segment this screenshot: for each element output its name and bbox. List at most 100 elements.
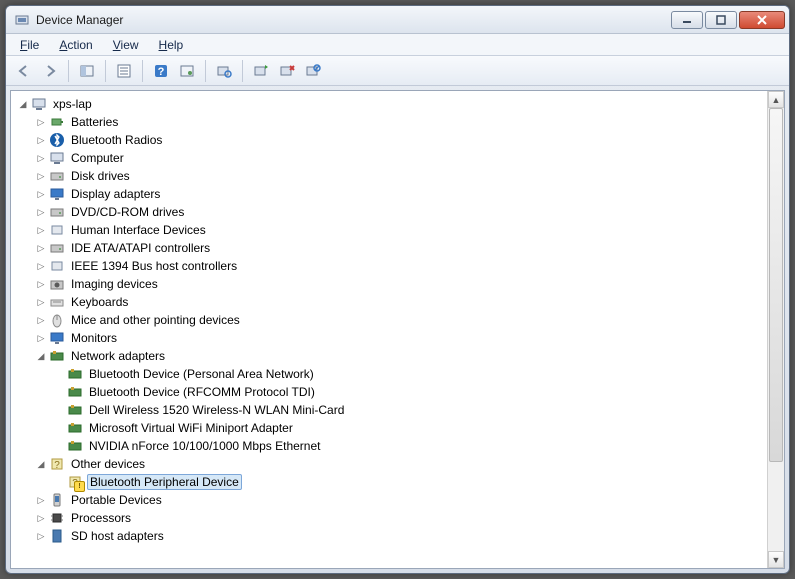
expand-toggle[interactable]: ▷ bbox=[35, 494, 47, 506]
tree-node[interactable]: ▷ Disk drives bbox=[13, 167, 765, 185]
tree-node[interactable]: ◢ Network adapters bbox=[13, 347, 765, 365]
toolbar: ? bbox=[6, 56, 789, 86]
keyboard-icon bbox=[49, 294, 65, 310]
svg-text:?: ? bbox=[54, 460, 60, 471]
tree-node-label: Bluetooth Device (Personal Area Network) bbox=[87, 367, 316, 381]
expand-toggle[interactable]: ▷ bbox=[35, 242, 47, 254]
expand-toggle[interactable]: ▷ bbox=[35, 530, 47, 542]
expand-toggle[interactable]: ▷ bbox=[35, 332, 47, 344]
processor-icon bbox=[49, 510, 65, 526]
tree-node[interactable]: ▷ Human Interface Devices bbox=[13, 221, 765, 239]
tree-node-label: Processors bbox=[69, 511, 133, 525]
tree-node[interactable]: Bluetooth Device (Personal Area Network) bbox=[13, 365, 765, 383]
tree-node[interactable]: ▷ Processors bbox=[13, 509, 765, 527]
expand-toggle[interactable]: ◢ bbox=[35, 458, 47, 470]
expand-toggle[interactable]: ▷ bbox=[35, 512, 47, 524]
menu-help[interactable]: Help bbox=[151, 36, 192, 54]
tree-node[interactable]: ▷ Bluetooth Radios bbox=[13, 131, 765, 149]
expand-toggle[interactable]: ▷ bbox=[35, 152, 47, 164]
tree-node[interactable]: ▷ Display adapters bbox=[13, 185, 765, 203]
display-icon bbox=[49, 186, 65, 202]
tree-node[interactable]: ▷ Portable Devices bbox=[13, 491, 765, 509]
expand-toggle[interactable]: ◢ bbox=[35, 350, 47, 362]
expand-toggle[interactable]: ▷ bbox=[35, 278, 47, 290]
tree-node-label: IEEE 1394 Bus host controllers bbox=[69, 259, 239, 273]
tree-node-label: Human Interface Devices bbox=[69, 223, 208, 237]
update-driver-button[interactable] bbox=[249, 59, 273, 83]
tree-node-label: Bluetooth Peripheral Device bbox=[87, 474, 242, 490]
scroll-thumb[interactable] bbox=[769, 108, 783, 462]
tree-node[interactable]: ▷ DVD/CD-ROM drives bbox=[13, 203, 765, 221]
tree-node-label: Dell Wireless 1520 Wireless-N WLAN Mini-… bbox=[87, 403, 346, 417]
maximize-button[interactable] bbox=[705, 11, 737, 29]
expand-toggle[interactable]: ▷ bbox=[35, 224, 47, 236]
expand-toggle[interactable]: ▷ bbox=[35, 134, 47, 146]
bluetooth-icon bbox=[49, 132, 65, 148]
tree-node[interactable]: ▷ IEEE 1394 Bus host controllers bbox=[13, 257, 765, 275]
uninstall-button[interactable] bbox=[275, 59, 299, 83]
network-adapter-icon bbox=[67, 438, 83, 454]
close-button[interactable] bbox=[739, 11, 785, 29]
expand-toggle[interactable]: ▷ bbox=[35, 296, 47, 308]
expand-toggle[interactable]: ▷ bbox=[35, 314, 47, 326]
expand-toggle[interactable]: ▷ bbox=[35, 116, 47, 128]
minimize-button[interactable] bbox=[671, 11, 703, 29]
tree-node[interactable]: ◢ ? Other devices bbox=[13, 455, 765, 473]
scroll-down-button[interactable]: ▼ bbox=[768, 551, 784, 568]
svg-text:?: ? bbox=[158, 66, 165, 78]
vertical-scrollbar[interactable]: ▲ ▼ bbox=[767, 91, 784, 568]
properties-button[interactable] bbox=[112, 59, 136, 83]
help-button[interactable]: ? bbox=[149, 59, 173, 83]
tree-node[interactable]: ▷ Batteries bbox=[13, 113, 765, 131]
tree-node-label: Keyboards bbox=[69, 295, 130, 309]
optical-icon bbox=[49, 204, 65, 220]
tree-node[interactable]: Microsoft Virtual WiFi Miniport Adapter bbox=[13, 419, 765, 437]
menubar: File Action View Help bbox=[6, 34, 789, 56]
network-adapter-icon bbox=[67, 402, 83, 418]
menu-view[interactable]: View bbox=[105, 36, 147, 54]
device-manager-window: Device Manager File Action View Help ? bbox=[5, 5, 790, 574]
tree-node-label: Disk drives bbox=[69, 169, 132, 183]
tree-node[interactable]: ▷ Keyboards bbox=[13, 293, 765, 311]
tree-node[interactable]: NVIDIA nForce 10/100/1000 Mbps Ethernet bbox=[13, 437, 765, 455]
scroll-up-button[interactable]: ▲ bbox=[768, 91, 784, 108]
tree-node[interactable]: ? Bluetooth Peripheral Device bbox=[13, 473, 765, 491]
tree-node[interactable]: Dell Wireless 1520 Wireless-N WLAN Mini-… bbox=[13, 401, 765, 419]
expand-toggle[interactable]: ▷ bbox=[35, 260, 47, 272]
device-tree-panel: ◢ xps-lap ▷ Batteries ▷ Bluetooth Radios… bbox=[10, 90, 785, 569]
expand-toggle[interactable]: ▷ bbox=[35, 188, 47, 200]
expand-toggle[interactable]: ◢ bbox=[17, 98, 29, 110]
menu-file[interactable]: File bbox=[12, 36, 47, 54]
titlebar[interactable]: Device Manager bbox=[6, 6, 789, 34]
action-button[interactable] bbox=[175, 59, 199, 83]
expand-toggle[interactable]: ▷ bbox=[35, 206, 47, 218]
menu-action[interactable]: Action bbox=[51, 36, 100, 54]
tree-node[interactable]: ▷ SD host adapters bbox=[13, 527, 765, 545]
tree-node-label: Imaging devices bbox=[69, 277, 160, 291]
tree-node[interactable]: ◢ xps-lap bbox=[13, 95, 765, 113]
tree-node[interactable]: ▷ Computer bbox=[13, 149, 765, 167]
forward-button[interactable] bbox=[38, 59, 62, 83]
window-title: Device Manager bbox=[36, 13, 123, 27]
computer-icon bbox=[31, 96, 47, 112]
tree-node[interactable]: ▷ Monitors bbox=[13, 329, 765, 347]
tree-node[interactable]: Bluetooth Device (RFCOMM Protocol TDI) bbox=[13, 383, 765, 401]
tree-node-label: Batteries bbox=[69, 115, 120, 129]
scan-hardware-button[interactable] bbox=[212, 59, 236, 83]
tree-node-label: Mice and other pointing devices bbox=[69, 313, 242, 327]
tree-node-label: Network adapters bbox=[69, 349, 167, 363]
back-button[interactable] bbox=[12, 59, 36, 83]
svg-text:?: ? bbox=[72, 478, 78, 489]
tree-node-label: Bluetooth Device (RFCOMM Protocol TDI) bbox=[87, 385, 317, 399]
network-adapter-icon bbox=[67, 420, 83, 436]
tree-node[interactable]: ▷ IDE ATA/ATAPI controllers bbox=[13, 239, 765, 257]
network-adapter-icon bbox=[67, 366, 83, 382]
hid-icon bbox=[49, 222, 65, 238]
show-hide-console-button[interactable] bbox=[75, 59, 99, 83]
disable-button[interactable] bbox=[301, 59, 325, 83]
tree-node[interactable]: ▷ Mice and other pointing devices bbox=[13, 311, 765, 329]
computer-icon bbox=[49, 150, 65, 166]
tree-node-label: Microsoft Virtual WiFi Miniport Adapter bbox=[87, 421, 295, 435]
expand-toggle[interactable]: ▷ bbox=[35, 170, 47, 182]
tree-node[interactable]: ▷ Imaging devices bbox=[13, 275, 765, 293]
